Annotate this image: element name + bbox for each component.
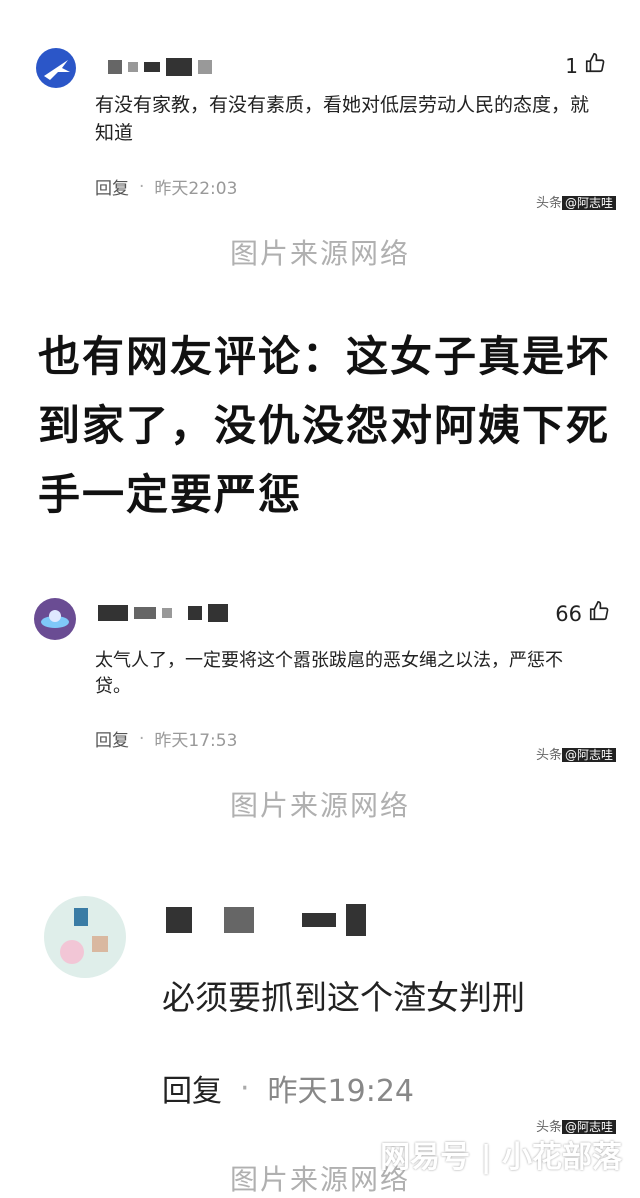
watermark: 头条 @阿志哇: [536, 192, 616, 211]
avatar[interactable]: [34, 598, 76, 640]
like-count[interactable]: 66: [555, 600, 610, 627]
article-paragraph: 也有网友评论：这女子真是坏到家了，没仇没怨对阿姨下死手一定要严惩: [38, 332, 611, 519]
thumbs-up-icon[interactable]: [588, 600, 610, 627]
comment-text: 有没有家教，有没有素质，看她对低层劳动人民的态度，就知道: [95, 94, 590, 144]
like-count[interactable]: 1: [565, 52, 606, 79]
watermark-handle: @阿志哇: [561, 196, 616, 210]
avatar[interactable]: [44, 896, 126, 978]
like-count-value: 66: [555, 601, 582, 626]
comment-text: 太气人了，一定要将这个嚣张跋扈的恶女绳之以法，严惩不贷。: [95, 650, 563, 698]
watermark-prefix: 头条: [535, 748, 562, 763]
watermark-prefix: 头条: [535, 196, 562, 211]
comment-meta: 回复 · 昨天19:24: [162, 1066, 414, 1110]
image-source-label: 图片来源网络: [229, 789, 410, 822]
comment-card-2: 66 太气人了，一定要将这个嚣张跋扈的恶女绳之以法，严惩不贷。 回复 · 昨天1…: [0, 588, 640, 768]
image-source-label: 图片来源网络: [229, 237, 410, 270]
comment-card-1: 1 有没有家教，有没有素质，看她对低层劳动人民的态度，就知道 回复 · 昨天22…: [0, 40, 640, 220]
watermark-handle: @阿志哇: [561, 748, 616, 762]
comment-meta: 回复 · 昨天17:53: [95, 726, 238, 752]
separator-dot: ·: [139, 176, 145, 197]
username-blurred[interactable]: [166, 904, 366, 936]
watermark: 头条 @阿志哇: [536, 744, 616, 763]
reply-button[interactable]: 回复: [95, 174, 129, 199]
username-blurred[interactable]: [98, 604, 228, 622]
thumbs-up-icon[interactable]: [584, 52, 606, 79]
avatar[interactable]: [36, 48, 76, 88]
like-count-value: 1: [565, 53, 578, 78]
reply-button[interactable]: 回复: [162, 1066, 222, 1110]
comment-time: 昨天17:53: [154, 731, 238, 751]
brand-watermark: 网易号 | 小花部落: [380, 1140, 622, 1175]
comment-time: 昨天22:03: [154, 179, 238, 199]
comment-card-3: 必须要抓到这个渣女判刑 回复 · 昨天19:24 头条 @阿志哇: [0, 890, 640, 1140]
comment-text: 必须要抓到这个渣女判刑: [162, 978, 525, 1017]
separator-dot: ·: [240, 1070, 250, 1106]
reply-button[interactable]: 回复: [95, 726, 129, 751]
separator-dot: ·: [139, 728, 145, 749]
comment-meta: 回复 · 昨天22:03: [95, 174, 238, 200]
comment-time: 昨天19:24: [267, 1074, 415, 1109]
username-blurred[interactable]: [108, 58, 212, 76]
